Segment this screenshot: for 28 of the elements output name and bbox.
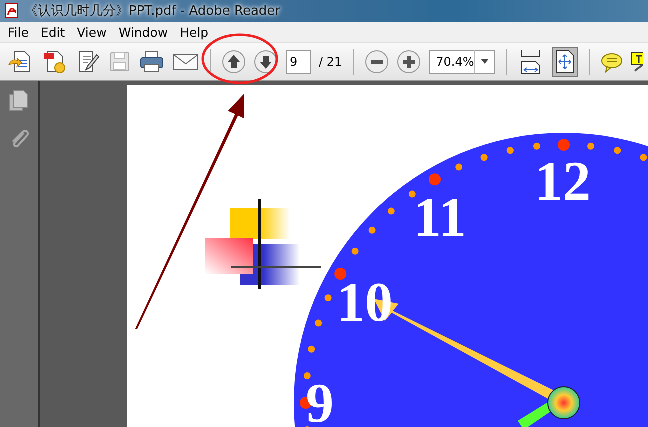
- clock-numeral: 10: [337, 272, 393, 334]
- comment-bubble-icon[interactable]: [601, 50, 624, 72]
- document-settings-icon[interactable]: [41, 48, 67, 74]
- menu-item[interactable]: Help: [175, 24, 214, 40]
- menu-item[interactable]: File: [3, 24, 34, 40]
- window-title: 《认识几时几分》PPT.pdf - Adobe Reader: [25, 3, 281, 20]
- page-number-field[interactable]: 9: [286, 50, 311, 74]
- caret-icon: [480, 59, 489, 64]
- printer-icon[interactable]: [139, 48, 165, 74]
- menu-item[interactable]: Edit: [36, 24, 70, 40]
- create-document-icon[interactable]: [7, 48, 33, 74]
- clock-numeral: 9: [306, 373, 334, 427]
- clock-numeral: 12: [535, 151, 591, 213]
- arrow-down-icon[interactable]: [254, 50, 278, 74]
- zoom-field[interactable]: 70.4%: [429, 50, 476, 74]
- fit-page-button[interactable]: [552, 46, 578, 76]
- pdf-file-icon: [4, 3, 20, 19]
- zoom-in-icon[interactable]: [397, 50, 422, 74]
- menu-item[interactable]: Window: [114, 24, 174, 40]
- menu-item[interactable]: View: [72, 24, 112, 40]
- clock-hub: [548, 386, 580, 420]
- highlight-text-icon[interactable]: [631, 50, 644, 72]
- page-count: / 21: [319, 54, 342, 68]
- pages-panel-icon[interactable]: [8, 89, 30, 113]
- zoom-dropdown-button[interactable]: [475, 50, 496, 74]
- clock-numeral: 11: [414, 187, 466, 249]
- arrow-up-icon[interactable]: [222, 50, 246, 74]
- zoom-out-icon[interactable]: [365, 50, 390, 74]
